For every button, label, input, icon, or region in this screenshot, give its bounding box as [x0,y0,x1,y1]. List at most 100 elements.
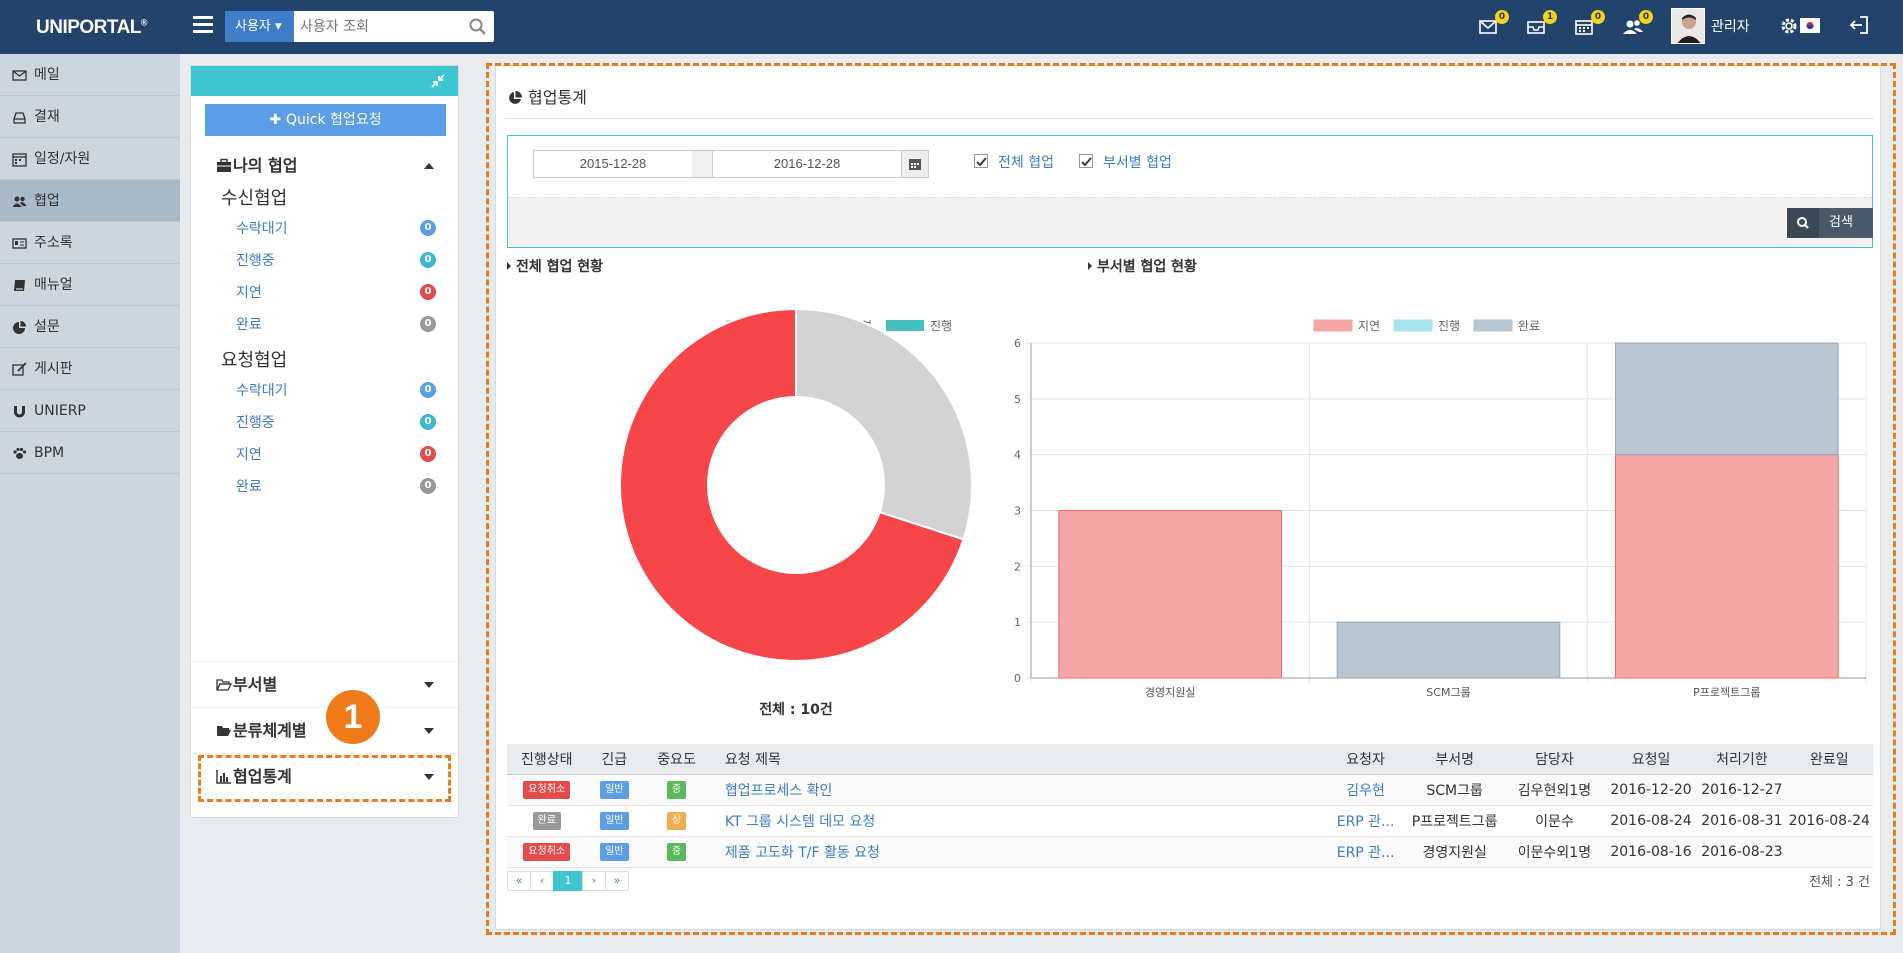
sidebar-item-label: 결재 [34,109,60,125]
sidebar-item-approval[interactable]: 결재 [0,96,180,138]
count-badge: 0 [420,382,436,398]
caret-up-icon [424,163,434,169]
sidebar-item-label: BPM [34,445,65,461]
requested-item-delayed[interactable]: 지연 0 [236,444,436,468]
sidebar-item-board[interactable]: 게시판 [0,348,180,390]
divider [191,661,458,662]
by-dept-header[interactable]: 부서별 [191,663,458,707]
compress-icon[interactable] [430,73,446,89]
item-label: 진행중 [236,415,275,431]
calendar-badge: 0 [1591,10,1605,24]
received-item-delayed[interactable]: 지연 0 [236,282,436,306]
item-label: 지연 [236,285,262,301]
highlight-frame-stats-menu [198,755,451,802]
top-navbar: UNIPORTAL® 사용자 ▾ 0 1 0 0 관리자 [0,0,1903,54]
folder-open-icon [216,679,232,691]
item-label: 완료 [236,479,262,495]
requested-item-inprogress[interactable]: 진행중 0 [236,412,436,436]
quick-collab-request-button[interactable]: ✚ Quick 협업요청 [205,104,446,136]
mail-badge: 0 [1495,10,1509,24]
plus-icon: ✚ [269,112,287,128]
book-icon [14,280,25,291]
by-category-header[interactable]: 분류체계별 [191,709,458,753]
section-label: 분류체계별 [233,721,307,740]
item-label: 완료 [236,317,262,333]
sidebar-item-addressbook[interactable]: 주소록 [0,222,180,264]
received-item-pending[interactable]: 수락대기 0 [236,218,436,242]
addressbook-icon [12,238,27,249]
sidebar: 메일 결재 일정/자원 협업 주소록 매뉴얼 설문 게시판 UNIERP BPM [0,54,180,953]
step-callout-badge: 1 [326,690,380,744]
sidebar-item-label: 게시판 [34,361,73,377]
language-flag-icon[interactable] [1800,18,1820,33]
sidebar-item-label: 협업 [34,193,60,209]
caret-down-icon [424,682,434,688]
sidebar-item-mail[interactable]: 메일 [0,54,180,96]
item-label: 수락대기 [236,221,288,237]
logo[interactable]: UNIPORTAL® [36,17,148,39]
users-badge: 0 [1639,10,1653,24]
section-label: 나의 협업 [233,156,298,175]
count-badge: 0 [420,478,436,494]
sidebar-item-manual[interactable]: 매뉴얼 [0,264,180,306]
mail-icon[interactable]: 0 [1478,10,1509,39]
highlight-frame-content [486,63,1896,935]
search-icon[interactable] [468,17,488,37]
sidebar-item-label: UNIERP [34,403,86,419]
folder-open-icon [217,726,231,736]
search-scope-dropdown[interactable]: 사용자 ▾ [225,11,294,42]
logout-icon[interactable] [1848,14,1870,36]
sidebar-item-collab[interactable]: 협업 [0,180,180,222]
sidebar-item-label: 주소록 [34,235,73,251]
divider [191,707,458,708]
inbox-badge: 1 [1543,10,1557,24]
search-input[interactable] [300,14,460,39]
requested-item-pending[interactable]: 수락대기 0 [236,380,436,404]
item-label: 수락대기 [236,383,288,399]
quick-button-label: Quick 협업요청 [286,112,382,128]
magnet-icon [14,406,25,418]
count-badge: 0 [420,220,436,236]
collab-menu-panel: ✚ Quick 협업요청 나의 협업 수신협업 수락대기 0 진행중 0 지연 0 완… [190,65,459,818]
menu-toggle-button[interactable] [193,16,213,36]
section-label: 부서별 [233,675,278,694]
users-icon [12,196,27,207]
paw-icon [13,447,27,459]
received-item-inprogress[interactable]: 진행중 0 [236,250,436,274]
sidebar-item-label: 일정/자원 [34,151,91,167]
calendar-icon [12,153,27,167]
item-label: 진행중 [236,253,275,269]
calendar-icon[interactable]: 0 [1574,10,1605,39]
count-badge: 0 [420,252,436,268]
sidebar-item-calendar[interactable]: 일정/자원 [0,138,180,180]
count-badge: 0 [420,284,436,300]
sidebar-item-label: 매뉴얼 [34,277,73,293]
sidebar-item-label: 메일 [34,67,60,83]
gear-icon[interactable] [1778,15,1800,37]
sidebar-item-survey[interactable]: 설문 [0,306,180,348]
mail-icon [12,70,27,81]
sidebar-item-label: 설문 [34,319,60,335]
requested-item-done[interactable]: 완료 0 [236,476,436,500]
divider [191,753,458,754]
piechart-icon [13,321,26,334]
edit-icon [12,362,27,376]
count-badge: 0 [420,446,436,462]
inbox-icon [13,112,26,124]
requested-collab-title: 요청협업 [221,350,288,371]
received-item-done[interactable]: 완료 0 [236,314,436,338]
users-icon[interactable]: 0 [1622,10,1653,39]
panel-header [191,66,458,96]
received-collab-title: 수신협업 [221,188,288,209]
user-search: 사용자 ▾ [225,11,494,42]
avatar[interactable] [1671,8,1705,44]
my-collab-header[interactable]: 나의 협업 [191,144,458,188]
user-name[interactable]: 관리자 [1711,16,1750,36]
caret-down-icon [424,728,434,734]
count-badge: 0 [420,316,436,332]
sidebar-item-bpm[interactable]: BPM [0,432,180,474]
inbox-icon[interactable]: 1 [1526,10,1557,39]
count-badge: 0 [420,414,436,430]
briefcase-icon [217,158,231,172]
sidebar-item-unierp[interactable]: UNIERP [0,390,180,432]
